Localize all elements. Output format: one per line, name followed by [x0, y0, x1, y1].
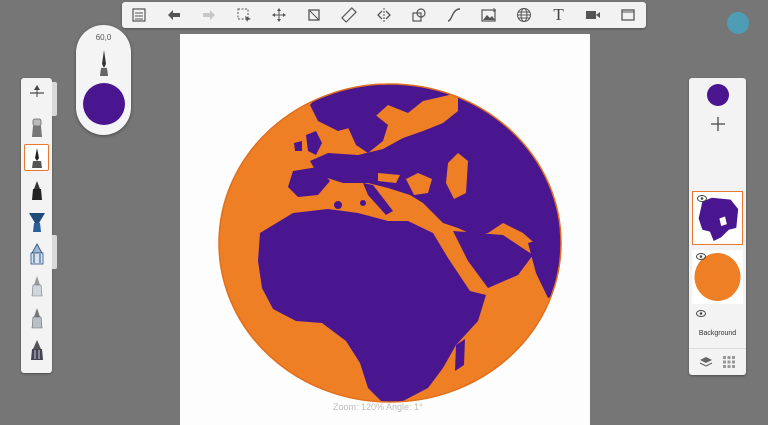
eye-icon[interactable] — [696, 310, 706, 317]
add-layer-icon[interactable] — [708, 114, 728, 134]
brush-size-value: 60,0 — [95, 33, 112, 42]
layers-panel: Background — [689, 78, 746, 375]
pencil-icon[interactable] — [24, 272, 49, 299]
globe-artwork — [218, 83, 562, 403]
brush-tip-icon — [100, 50, 108, 76]
ruler-icon[interactable] — [337, 4, 361, 26]
marker-nib-icon[interactable] — [24, 176, 49, 203]
main-toolbar: T — [122, 2, 646, 28]
background-layer-label[interactable]: Background — [691, 330, 744, 337]
airbrush-icon[interactable] — [24, 240, 49, 267]
grid-view-icon[interactable] — [722, 355, 736, 369]
symmetry-icon[interactable] — [372, 4, 396, 26]
layers-stack-icon[interactable] — [699, 355, 713, 369]
pen-nib-icon[interactable] — [24, 144, 49, 171]
brush-palette — [21, 78, 52, 373]
brush-color-swatch[interactable] — [83, 83, 125, 125]
layer-thumbnail-globe[interactable] — [692, 250, 743, 304]
selection-icon[interactable] — [232, 4, 256, 26]
zoom-angle-readout: Zoom: 120% Angle: 1° — [333, 402, 423, 412]
fill-brush-icon[interactable] — [24, 336, 49, 363]
transform-icon[interactable] — [267, 4, 291, 26]
list-icon[interactable] — [127, 4, 151, 26]
fan-brush-icon[interactable] — [24, 208, 49, 235]
eye-icon[interactable] — [697, 195, 707, 202]
perspective-icon[interactable] — [512, 4, 536, 26]
soft-pencil-icon[interactable] — [24, 304, 49, 331]
fullscreen-icon[interactable] — [616, 4, 640, 26]
curve-icon[interactable] — [442, 4, 466, 26]
image-icon[interactable] — [477, 4, 501, 26]
palette-tab-handle[interactable] — [52, 235, 57, 269]
redo-icon[interactable] — [197, 4, 221, 26]
undo-icon[interactable] — [162, 4, 186, 26]
crop-icon[interactable] — [302, 4, 326, 26]
video-icon[interactable] — [581, 4, 605, 26]
eraser-brush-icon[interactable] — [24, 113, 49, 140]
palette-tab-handle[interactable] — [52, 82, 57, 116]
eye-icon[interactable] — [696, 253, 706, 260]
layer-color-swatch[interactable] — [707, 84, 729, 106]
brush-puck[interactable]: 60,0 — [76, 25, 131, 135]
text-icon[interactable]: T — [547, 4, 571, 26]
layer-thumbnail-land[interactable] — [692, 191, 743, 245]
layers-panel-footer — [689, 348, 746, 375]
brush-settings-icon[interactable] — [24, 80, 49, 107]
text-glyph: T — [553, 5, 564, 24]
shape-icon[interactable] — [407, 4, 431, 26]
user-avatar[interactable] — [727, 12, 749, 34]
